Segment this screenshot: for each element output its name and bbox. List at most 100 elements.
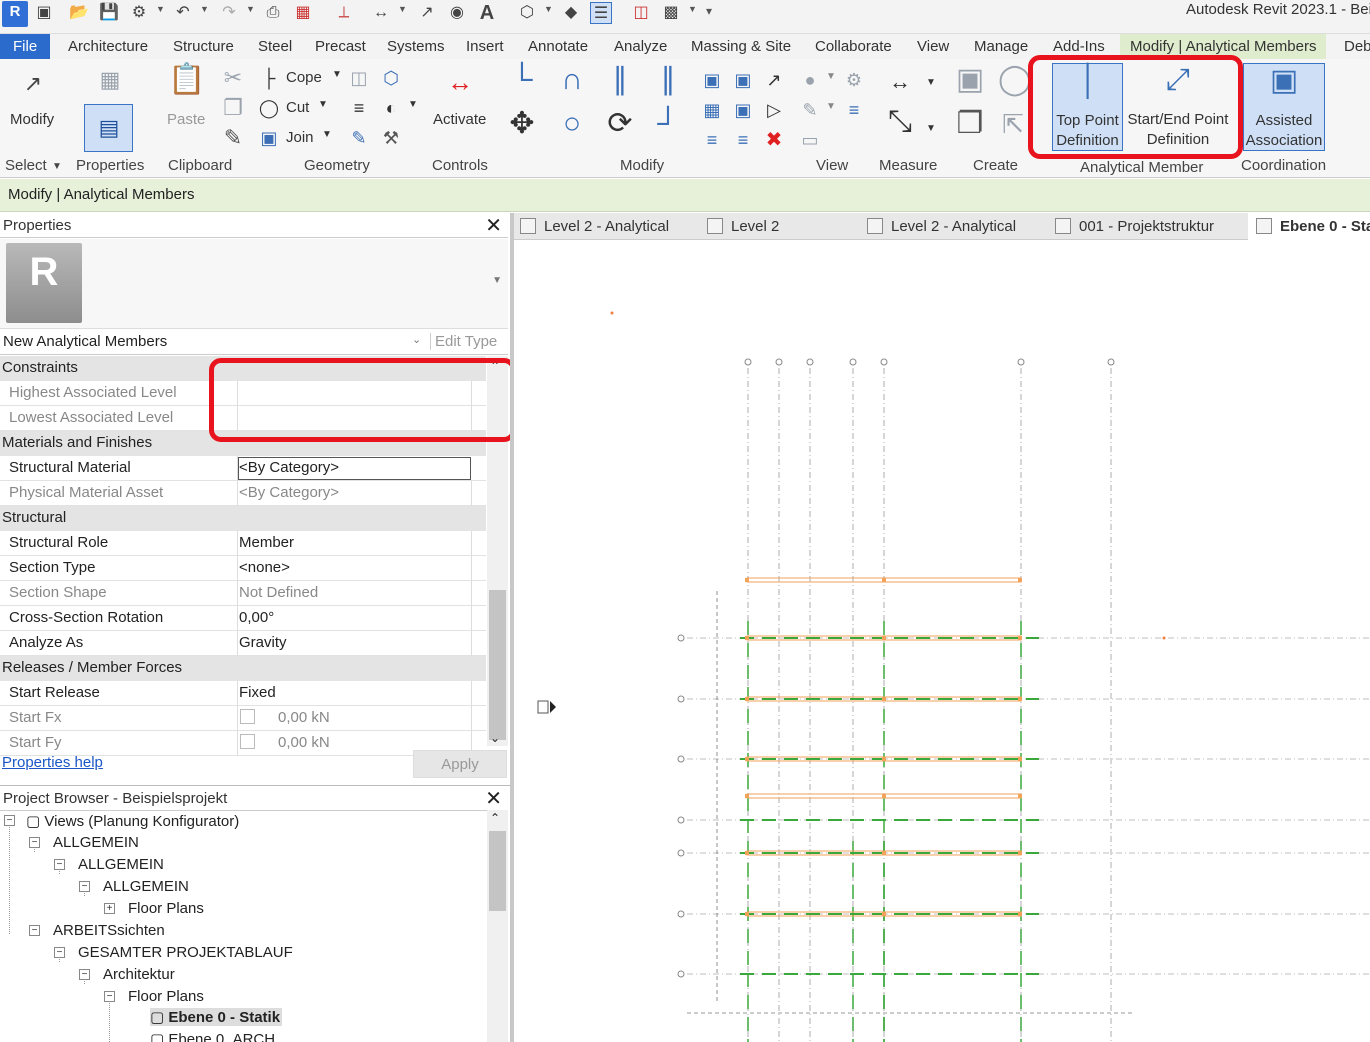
tree-arbeitssichten[interactable]: ARBEITSsichten [53,922,165,939]
chevron-down-icon[interactable]: ⌄ [412,333,421,346]
panel-select-label[interactable]: Select [5,157,47,174]
beam-join-icon[interactable]: ≡ [348,95,370,121]
spot-elevation-icon[interactable]: ↗ [416,2,438,24]
tab-collaborate[interactable]: Collaborate [815,34,892,59]
chevron-down-icon[interactable]: ▼ [246,4,255,14]
override-icon[interactable]: ⚙ [842,67,866,93]
tree-ebene-0-statik[interactable]: ▢ Ebene 0 - Statik [150,1008,283,1026]
row-physical-asset[interactable]: Physical Material Asset <By Category> [0,481,486,506]
measure-between-icon[interactable]: ↔ [880,69,920,95]
grid-bubble[interactable] [677,695,685,703]
tab-structure[interactable]: Structure [173,34,234,59]
aligned-dimension-icon[interactable]: ⤡ [880,107,920,137]
home-icon[interactable]: ▣ [33,2,55,24]
chevron-down-icon[interactable]: ▼ [52,161,62,172]
chevron-down-icon[interactable]: ▼ [926,77,936,88]
chevron-down-icon[interactable]: ▼ [826,71,836,82]
grid-bubble[interactable] [677,970,685,978]
beam-node[interactable] [882,851,886,855]
collapse-icon[interactable]: − [79,969,90,980]
view-tab-projektstruktur[interactable]: 001 - Projektstruktur [1055,213,1214,240]
match-properties-icon[interactable]: ✎ [222,125,244,151]
grid-bubble[interactable] [677,849,685,857]
chevron-down-icon[interactable]: ▼ [926,123,936,134]
tree-ebene-0-arch[interactable]: ▢ Ebene 0_ARCH [150,1030,275,1042]
cope-button[interactable]: Cope [286,69,322,86]
print-icon[interactable]: ⎙ [262,2,284,24]
grid-bubble[interactable] [1017,358,1025,366]
collapse-icon[interactable]: − [79,881,90,892]
eraser-icon[interactable]: ▭ [798,127,822,153]
properties-button[interactable]: ▤ [84,104,133,152]
unpin-icon[interactable]: ↗ [762,67,786,93]
beam-node[interactable] [882,697,886,701]
collapse-icon[interactable]: − [4,815,15,826]
beam-node[interactable] [882,757,886,761]
dimension-icon[interactable]: ↔ [370,2,392,24]
redo-icon[interactable]: ↷ [218,2,240,24]
3d-view-icon[interactable]: ⬡ [516,2,538,24]
pin-icon[interactable]: ▷ [762,97,786,123]
undo-icon[interactable]: ↶ [172,2,194,24]
start-fy-checkbox[interactable] [240,734,255,749]
browser-scroll-thumb[interactable] [489,831,506,911]
chevron-down-icon[interactable]: ⌄ [490,731,500,745]
tab-insert[interactable]: Insert [466,34,504,59]
copy-element-icon[interactable]: ○ [552,109,592,139]
row-structural-material[interactable]: Structural Material <By Category> [0,456,486,481]
row-analyze-as[interactable]: Analyze As Gravity [0,631,486,656]
tab-architecture[interactable]: Architecture [68,34,148,59]
row-structural-role[interactable]: Structural Role Member [0,531,486,556]
tree-allgemein-1[interactable]: ALLGEMEIN [53,834,139,851]
tree-gesamter-projektablauf[interactable]: GESAMTER PROJEKTABLAUF [78,944,293,961]
beam-node[interactable] [1018,851,1022,855]
edit-type-button[interactable]: Edit Type [430,333,497,350]
split-gap-icon[interactable]: ▣ [731,67,755,93]
chevron-down-icon[interactable]: ▼ [318,99,328,110]
beam-node[interactable] [1018,578,1022,582]
chevron-down-icon[interactable]: ▼ [398,4,407,14]
chevron-down-icon[interactable]: ▼ [826,101,836,112]
grid-bubble[interactable] [1107,358,1115,366]
beam-node[interactable] [1018,636,1022,640]
marker-point[interactable] [610,311,614,315]
activate-button[interactable]: Activate [433,111,486,128]
align-icon[interactable]: └ [502,65,542,95]
tab-systems[interactable]: Systems [387,34,445,59]
beam-node[interactable] [745,697,749,701]
paint-icon[interactable]: ✎ [348,125,370,151]
close-icon[interactable]: ✕ [485,213,502,238]
beam-node[interactable] [745,912,749,916]
beam-node[interactable] [882,578,886,582]
beam-node[interactable] [882,794,886,798]
grid-bubble[interactable] [677,816,685,824]
chevron-down-icon[interactable]: ▼ [408,99,418,110]
marker-point[interactable] [1162,636,1166,640]
sync-icon[interactable]: ⚙ [128,2,150,24]
tab-precast[interactable]: Precast [315,34,366,59]
hammer-icon[interactable]: ⚒ [380,125,402,151]
mirror-pick-icon[interactable]: ∥ [600,65,640,95]
tree-architektur[interactable]: Architektur [103,966,175,983]
tab-analyze[interactable]: Analyze [614,34,667,59]
tab-view[interactable]: View [917,34,949,59]
collapse-icon[interactable]: − [54,947,65,958]
elevation-arrow-icon[interactable] [550,701,556,713]
move-icon[interactable]: ✥ [502,109,542,139]
tab-debug[interactable]: Deb [1344,34,1370,59]
save-icon[interactable]: 💾 [98,2,120,24]
customize-icon[interactable]: ▾ [706,4,712,18]
row-rotation[interactable]: Cross-Section Rotation 0,00° [0,606,486,631]
row-start-fx[interactable]: Start Fx 0,00 kN [0,706,486,731]
chevron-down-icon[interactable]: ▼ [322,129,332,140]
cursor-icon[interactable]: ↗ [18,71,48,97]
collapse-icon[interactable]: − [104,991,115,1002]
filter-icon[interactable]: ≡ [842,97,866,123]
create-assembly-icon[interactable]: ▣ [950,65,990,95]
tab-massing-site[interactable]: Massing & Site [691,34,791,59]
beam-node[interactable] [882,912,886,916]
collapse-icon[interactable]: − [29,925,40,936]
tab-file[interactable]: File [0,34,51,59]
paste-button[interactable]: Paste [167,111,205,128]
tree-floor-plans-1[interactable]: Floor Plans [128,900,204,917]
